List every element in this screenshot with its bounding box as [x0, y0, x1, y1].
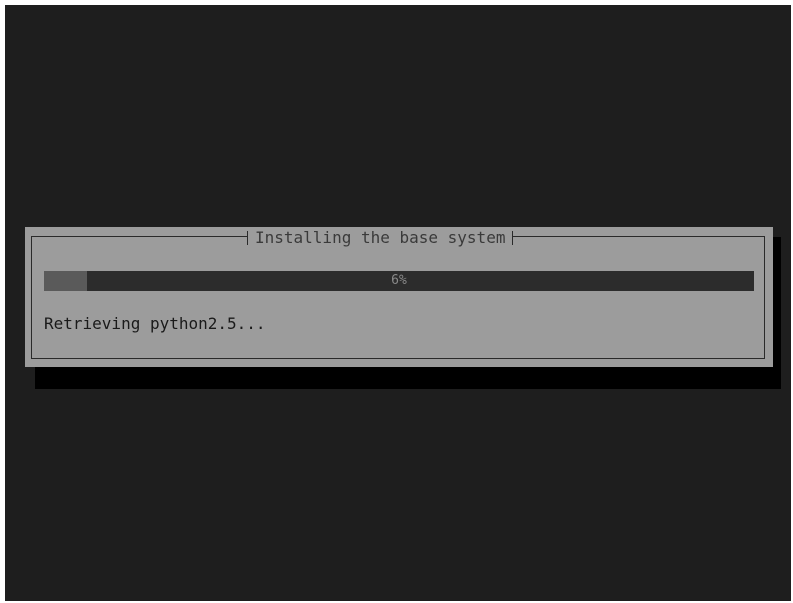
progress-bar: 6% [44, 271, 754, 291]
dialog-shadow-bottom [35, 367, 781, 389]
installer-screen: Installing the base system 6% Retrieving… [5, 5, 791, 601]
installer-dialog: Installing the base system 6% Retrieving… [25, 227, 773, 367]
progress-percent-label: 6% [391, 273, 407, 288]
dialog-title: Installing the base system [247, 227, 514, 249]
status-message: Retrieving python2.5... [44, 314, 266, 333]
dialog-frame [31, 236, 765, 359]
